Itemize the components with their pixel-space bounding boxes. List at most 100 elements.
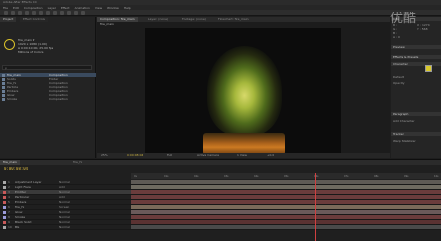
layer-blend-mode[interactable]: Normal: [59, 180, 75, 184]
tab-footage[interactable]: Footage: (none): [179, 17, 209, 22]
info-line: 1920 x 1080 (1.00): [18, 43, 47, 46]
time-tick: 05s: [284, 175, 289, 178]
layer-label-color[interactable]: [3, 220, 6, 224]
tool-icon[interactable]: [4, 11, 8, 15]
layer-label-color[interactable]: [3, 215, 6, 219]
project-search-input[interactable]: ρ: [2, 65, 92, 70]
layer-blend-mode[interactable]: Add: [59, 185, 75, 189]
zoom-level[interactable]: 25%: [101, 154, 108, 157]
tab-layer[interactable]: Layer: (none): [145, 17, 171, 22]
tab-timeline-fire-fx[interactable]: fire_fx: [70, 160, 85, 165]
menu-item[interactable]: Layer: [48, 6, 56, 10]
layer-blend-mode[interactable]: Normal: [59, 220, 75, 224]
time-tick: 03s: [224, 175, 229, 178]
info-line: Millions of Colors: [18, 51, 44, 54]
tab-effect-controls[interactable]: Effect Controls: [20, 17, 48, 22]
time-tick: 08s: [374, 175, 379, 178]
layer-label-color[interactable]: [3, 195, 6, 199]
layer-name[interactable]: Particular: [15, 195, 57, 199]
tab-composition[interactable]: Composition: fire_main: [97, 17, 138, 22]
layer-label-color[interactable]: [3, 180, 6, 184]
section-paragraph[interactable]: Paragraph: [391, 112, 441, 116]
tool-icon[interactable]: [39, 11, 43, 15]
menu-item[interactable]: Help: [124, 6, 131, 10]
menu-item[interactable]: File: [3, 6, 8, 10]
current-time-display[interactable]: 0:00:08:04: [4, 167, 28, 171]
tracker-warp-stabilizer: Warp Stabilizer: [393, 139, 416, 143]
tool-icon[interactable]: [46, 11, 50, 15]
project-item[interactable]: Smoke Composition: [0, 97, 96, 101]
folder-icon: [2, 77, 5, 81]
tab-flowchart[interactable]: Flowchart: fire_main: [215, 17, 252, 22]
layer-number: 2: [8, 185, 10, 189]
menu-item[interactable]: Window: [107, 6, 119, 10]
layer-name[interactable]: Smoke: [15, 215, 57, 219]
tool-icon[interactable]: [11, 11, 15, 15]
current-time-indicator[interactable]: [315, 173, 316, 241]
layer-label-color[interactable]: [3, 225, 6, 229]
menu-item[interactable]: View: [95, 6, 102, 10]
layer-name[interactable]: Glow: [15, 210, 57, 214]
viewer-timecode[interactable]: 0:00:08:04: [127, 154, 143, 157]
project-item-list: fire_main Composition Solids Folder fire_fx C…: [0, 73, 96, 101]
menu-item[interactable]: Edit: [13, 6, 19, 10]
layer-name[interactable]: Adjustment Layer: [15, 180, 57, 184]
watermark-logo: 优酷: [390, 12, 417, 25]
layer-label-color[interactable]: [3, 200, 6, 204]
layer-bars: [131, 180, 441, 230]
section-effects-presets[interactable]: Effects & Presets: [391, 55, 441, 59]
layer-blend-mode[interactable]: Normal: [59, 200, 75, 204]
menu-item[interactable]: Animation: [75, 6, 90, 10]
tab-project[interactable]: Project: [0, 17, 17, 22]
layer-duration-bar[interactable]: [131, 225, 441, 230]
time-tick: 10s: [434, 175, 439, 178]
section-character[interactable]: Character: [391, 62, 441, 66]
tool-icon[interactable]: [67, 11, 71, 15]
layer-label-color[interactable]: [3, 210, 6, 214]
layer-name[interactable]: Emitter: [15, 190, 57, 194]
layer-blend-mode[interactable]: Normal: [59, 210, 75, 214]
layer-name[interactable]: Embers: [15, 200, 57, 204]
tool-icon[interactable]: [60, 11, 64, 15]
layer-label-color[interactable]: [3, 190, 6, 194]
layer-blend-mode[interactable]: Normal: [59, 225, 75, 229]
layer-label-color[interactable]: [3, 205, 6, 209]
layer-blend-mode[interactable]: Normal: [59, 215, 75, 219]
resolution-select[interactable]: Full: [167, 154, 172, 157]
tool-icon[interactable]: [81, 11, 85, 15]
composition-icon: [2, 97, 5, 101]
menu-item[interactable]: Effect: [61, 6, 70, 10]
composition-viewer[interactable]: [145, 28, 341, 158]
layer-blend-mode[interactable]: Add: [59, 195, 75, 199]
layer-name[interactable]: fire_fx: [15, 205, 57, 209]
layer-row[interactable]: 10 BG Normal: [0, 225, 131, 230]
layer-blend-mode[interactable]: Screen: [59, 205, 75, 209]
exposure-value[interactable]: +0.0: [267, 154, 274, 157]
layer-label-color[interactable]: [3, 185, 6, 189]
section-tracker[interactable]: Tracker: [391, 132, 441, 136]
camera-select[interactable]: Active Camera: [197, 154, 219, 157]
layer-number: 5: [8, 200, 10, 204]
time-ruler[interactable]: 0s 01s 02s 03s 04s 05s 06s 07s 08s 09s 10s: [131, 173, 441, 179]
layer-name[interactable]: Black Solid: [15, 220, 57, 224]
time-tick: 0s: [134, 175, 137, 178]
tool-icon[interactable]: [25, 11, 29, 15]
section-preview[interactable]: Preview: [391, 45, 441, 49]
tool-icon[interactable]: [18, 11, 22, 15]
tool-icon[interactable]: [74, 11, 78, 15]
character-opacity: Opacity: [393, 81, 405, 85]
composition-icon: [2, 85, 5, 89]
tool-icon[interactable]: [53, 11, 57, 15]
time-tick: 04s: [254, 175, 259, 178]
tab-timeline-fire-main[interactable]: fire_main: [0, 160, 20, 165]
layer-name[interactable]: BG: [15, 225, 57, 229]
menu-item[interactable]: Composition: [24, 6, 43, 10]
tool-icon[interactable]: [32, 11, 36, 15]
layer-name[interactable]: Light Flare: [15, 185, 57, 189]
layer-number: 3: [8, 190, 10, 194]
view-layout-select[interactable]: 1 View: [237, 154, 247, 157]
timeline-panel: fire_main fire_fx 0:00:08:04 0s 01s 02s 03s…: [0, 159, 441, 241]
fill-color-swatch[interactable]: [425, 65, 432, 72]
time-tick: 07s: [344, 175, 349, 178]
layer-blend-mode[interactable]: Normal: [59, 190, 75, 194]
